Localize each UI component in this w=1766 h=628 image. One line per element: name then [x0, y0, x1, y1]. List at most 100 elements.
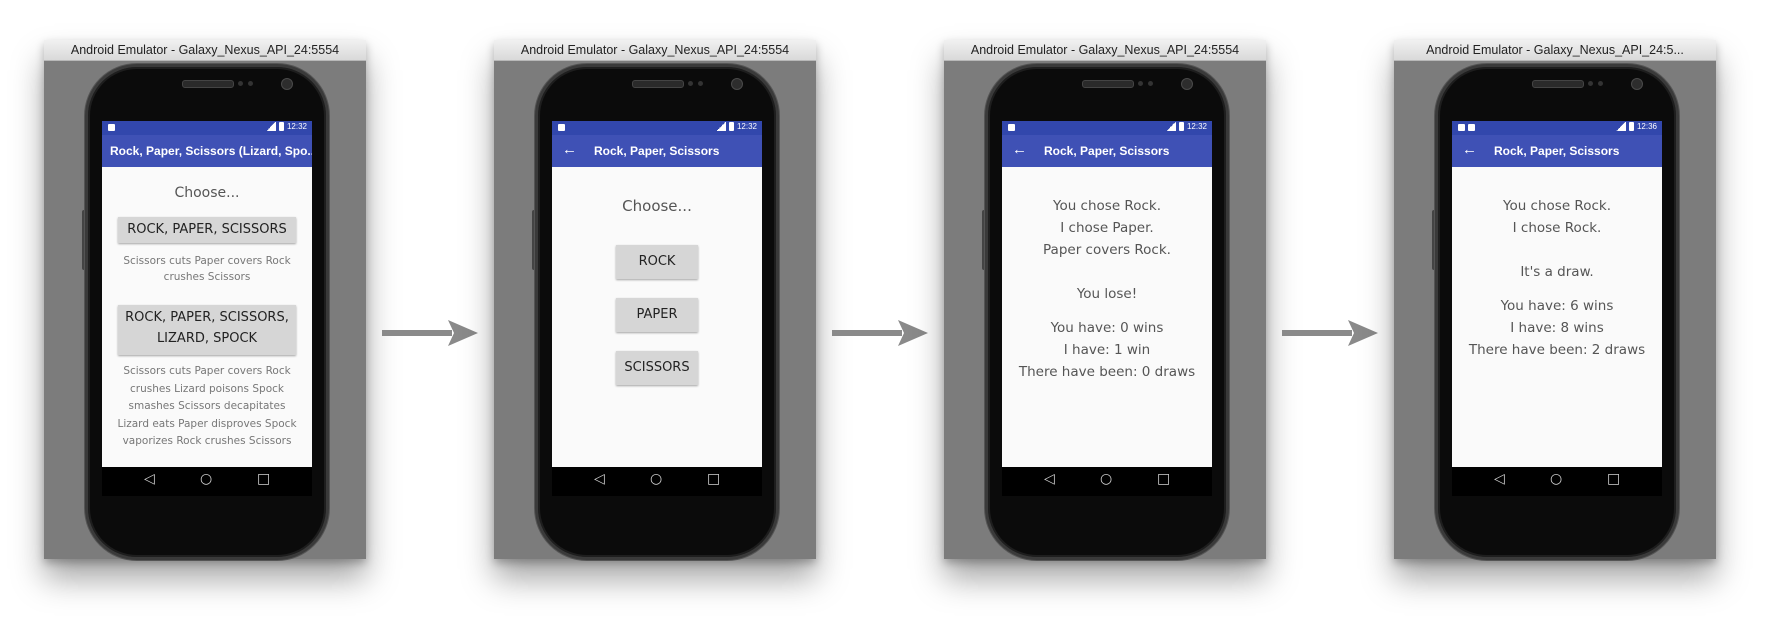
status-bar: 12:32 — [102, 121, 312, 135]
user-choice-text: You chose Rock. — [1053, 198, 1161, 214]
rule-text: Paper covers Rock. — [1043, 242, 1171, 258]
phone-screen: 12:32 ← Rock, Paper, Scissors Choose... … — [552, 121, 762, 496]
battery-icon — [728, 122, 734, 131]
arrow-back-icon[interactable]: ← — [562, 141, 577, 158]
status-bar: 12:32 — [1002, 121, 1212, 135]
phone-screen: 12:32 ← Rock, Paper, Scissors You chose … — [1002, 121, 1212, 496]
notification-icon — [108, 124, 115, 131]
nav-bar: ◁ ○ □ — [1002, 467, 1212, 496]
nav-recents-icon[interactable]: □ — [1607, 471, 1620, 487]
nav-home-icon[interactable]: ○ — [200, 471, 212, 487]
signal-icon — [1165, 122, 1176, 131]
sensor-dot — [1598, 81, 1603, 86]
arrow-back-icon[interactable]: ← — [1462, 141, 1477, 158]
status-bar: 12:36 — [1452, 121, 1662, 135]
emulator-window-4: Android Emulator - Galaxy_Nexus_API_24:5… — [1394, 40, 1716, 560]
main-menu: Choose... ROCK, PAPER, SCISSORS Scissors… — [102, 167, 312, 467]
status-bar: 12:32 — [552, 121, 762, 135]
app-bar: ← Rock, Paper, Scissors — [1002, 135, 1212, 167]
battery-icon — [1628, 122, 1634, 131]
choose-label: Choose... — [622, 197, 692, 215]
outcome-text: It's a draw. — [1520, 264, 1594, 280]
phone-screen: 12:36 ← Rock, Paper, Scissors You chose … — [1452, 121, 1662, 496]
notification-icon — [1458, 124, 1465, 131]
front-camera — [1631, 78, 1643, 90]
user-wins-text: You have: 6 wins — [1500, 298, 1614, 314]
nav-back-icon[interactable]: ◁ — [1044, 471, 1055, 487]
status-time: 12:32 — [286, 122, 307, 131]
window-title: Android Emulator - Galaxy_Nexus_API_24:5… — [944, 40, 1266, 61]
status-time: 12:36 — [1636, 122, 1657, 131]
app-title: Rock, Paper, Scissors (Lizard, Spo... — [110, 144, 312, 158]
cpu-wins-text: I have: 1 win — [1063, 342, 1151, 358]
flow-arrow-icon — [1282, 320, 1378, 346]
nav-recents-icon[interactable]: □ — [1157, 471, 1170, 487]
window-title: Android Emulator - Galaxy_Nexus_API_24:5… — [44, 40, 366, 61]
app-title: Rock, Paper, Scissors — [1044, 144, 1170, 158]
window-title: Android Emulator - Galaxy_Nexus_API_24:5… — [1394, 40, 1716, 61]
signal-icon — [1615, 122, 1626, 131]
arrow-back-icon[interactable]: ← — [1012, 141, 1027, 158]
flow-arrow-icon — [832, 320, 928, 346]
outcome-text: You lose! — [1076, 286, 1138, 302]
cpu-choice-text: I chose Rock. — [1512, 220, 1602, 236]
status-time: 12:32 — [736, 122, 757, 131]
battery-icon — [1178, 122, 1184, 131]
emulator-window-3: Android Emulator - Galaxy_Nexus_API_24:5… — [944, 40, 1266, 560]
rpsls-button[interactable]: ROCK, PAPER, SCISSORS, LIZARD, SPOCK — [118, 305, 296, 355]
phone-device: 12:32 Rock, Paper, Scissors (Lizard, Spo… — [85, 64, 329, 560]
cpu-wins-text: I have: 8 wins — [1510, 320, 1604, 336]
phone-device: 12:32 ← Rock, Paper, Scissors Choose... … — [535, 64, 779, 560]
paper-button[interactable]: PAPER — [616, 298, 698, 332]
cpu-choice-text: I chose Paper. — [1060, 220, 1154, 236]
speaker-grille — [1532, 80, 1584, 88]
rps-button[interactable]: ROCK, PAPER, SCISSORS — [118, 217, 296, 243]
nav-bar: ◁ ○ □ — [1452, 467, 1662, 496]
app-title: Rock, Paper, Scissors — [594, 144, 720, 158]
flow-arrow-icon — [382, 320, 478, 346]
app-bar: ← Rock, Paper, Scissors — [552, 135, 762, 167]
phone-screen: 12:32 Rock, Paper, Scissors (Lizard, Spo… — [102, 121, 312, 496]
notification-icon — [558, 124, 565, 131]
front-camera — [281, 78, 293, 90]
sensor-dot — [1138, 81, 1143, 86]
speaker-grille — [632, 80, 684, 88]
nav-recents-icon[interactable]: □ — [257, 471, 270, 487]
nav-back-icon[interactable]: ◁ — [144, 471, 155, 487]
nav-bar: ◁ ○ □ — [102, 467, 312, 496]
result-screen: You chose Rock. I chose Paper. Paper cov… — [1002, 167, 1212, 467]
result-screen: You chose Rock. I chose Rock. It's a dra… — [1452, 167, 1662, 467]
speaker-grille — [1082, 80, 1134, 88]
nav-back-icon[interactable]: ◁ — [1494, 471, 1505, 487]
app-bar: Rock, Paper, Scissors (Lizard, Spo... — [102, 135, 312, 167]
sensor-dot — [238, 81, 243, 86]
notification-icon — [1008, 124, 1015, 131]
user-choice-text: You chose Rock. — [1503, 198, 1611, 214]
speaker-grille — [182, 80, 234, 88]
app-bar: ← Rock, Paper, Scissors — [1452, 135, 1662, 167]
rock-button[interactable]: ROCK — [616, 245, 698, 279]
nav-home-icon[interactable]: ○ — [1550, 471, 1562, 487]
sensor-dot — [1588, 81, 1593, 86]
emulator-window-1: Android Emulator - Galaxy_Nexus_API_24:5… — [44, 40, 366, 560]
nav-back-icon[interactable]: ◁ — [594, 471, 605, 487]
rps-description: Scissors cuts Paper covers Rock crushes … — [123, 255, 291, 283]
user-wins-text: You have: 0 wins — [1050, 320, 1164, 336]
nav-bar: ◁ ○ □ — [552, 467, 762, 496]
sensor-dot — [698, 81, 703, 86]
phone-device: 12:36 ← Rock, Paper, Scissors You chose … — [1435, 64, 1679, 560]
app-title: Rock, Paper, Scissors — [1494, 144, 1620, 158]
nav-recents-icon[interactable]: □ — [707, 471, 720, 487]
choose-label: Choose... — [174, 185, 240, 201]
signal-icon — [715, 122, 726, 131]
front-camera — [1181, 78, 1193, 90]
nav-home-icon[interactable]: ○ — [650, 471, 662, 487]
emulator-window-2: Android Emulator - Galaxy_Nexus_API_24:5… — [494, 40, 816, 560]
notification-icon — [1468, 124, 1475, 131]
scissors-button[interactable]: SCISSORS — [616, 351, 698, 385]
signal-icon — [265, 122, 276, 131]
draws-text: There have been: 0 draws — [1018, 364, 1196, 380]
phone-device: 12:32 ← Rock, Paper, Scissors You chose … — [985, 64, 1229, 560]
nav-home-icon[interactable]: ○ — [1100, 471, 1112, 487]
choice-screen: Choose... ROCK PAPER SCISSORS — [552, 167, 762, 467]
